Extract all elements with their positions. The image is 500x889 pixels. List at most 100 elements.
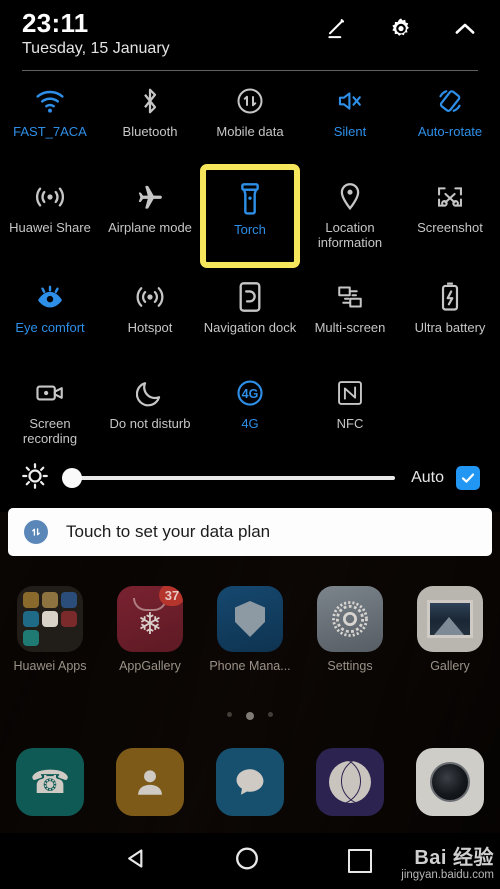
bluetooth-icon <box>137 82 163 120</box>
gear-icon[interactable] <box>386 14 416 44</box>
qs-tile-ultra-battery[interactable]: Ultra battery <box>400 268 500 364</box>
qs-tile-nfc[interactable]: NFC <box>300 364 400 460</box>
hotspot-icon <box>135 278 165 316</box>
svg-text:4G: 4G <box>242 387 259 401</box>
auto-brightness-checkbox[interactable] <box>456 466 480 490</box>
auto-brightness-label: Auto <box>411 469 444 486</box>
qs-label: Screenshot <box>417 220 483 235</box>
app-icon-appgallery[interactable]: ❄ 37 AppGallery <box>104 586 196 673</box>
nfc-icon <box>336 374 364 412</box>
auto-rotate-icon <box>435 82 465 120</box>
quick-settings-row: FAST_7ACA Bluetooth Mobile data Silent A… <box>0 72 500 168</box>
clock-time: 23:11 <box>22 8 89 38</box>
qs-tile-bluetooth[interactable]: Bluetooth <box>100 72 200 168</box>
qs-tile-eye-comfort[interactable]: Eye comfort <box>0 268 100 364</box>
qs-label: Airplane mode <box>108 220 192 235</box>
notification-text: Touch to set your data plan <box>66 522 271 541</box>
gear-icon <box>317 586 383 652</box>
appgallery-icon: ❄ 37 <box>117 586 183 652</box>
qs-tile-do-not-disturb[interactable]: Do not disturb <box>100 364 200 460</box>
folder-icon <box>17 586 83 652</box>
mobile-data-icon <box>24 520 48 544</box>
quick-settings-panel: 23:11 Tuesday, 15 January FAST_7ACA Blue… <box>0 0 500 512</box>
dock-item-browser[interactable] <box>304 748 396 816</box>
qs-label: Huawei Share <box>9 220 91 235</box>
qs-label: Silent <box>333 124 367 139</box>
home-dock: ☎ <box>0 748 500 816</box>
qs-label: Screen recording <box>22 416 78 446</box>
screen-record-icon <box>34 374 66 412</box>
dock-item-contacts[interactable] <box>104 748 196 816</box>
qs-label: Location information <box>317 220 383 250</box>
battery-saver-icon <box>439 278 461 316</box>
torch-icon <box>238 180 262 218</box>
brightness-slider[interactable] <box>62 468 396 488</box>
camera-icon <box>416 748 484 816</box>
quick-settings-row: Screen recording Do not disturb 4G 4G NF… <box>0 364 500 460</box>
qs-label: Do not disturb <box>109 416 191 431</box>
qs-label: Hotspot <box>127 320 173 335</box>
home-circle-icon[interactable] <box>233 845 261 878</box>
qs-tile-location-information[interactable]: Location information <box>300 168 400 264</box>
phone-icon: ☎ <box>16 748 84 816</box>
qs-tile-auto-rotate[interactable]: Auto-rotate <box>400 72 500 168</box>
qs-tile-screen-recording[interactable]: Screen recording <box>0 364 100 460</box>
qs-tile-silent[interactable]: Silent <box>300 72 400 168</box>
qs-tile-empty <box>400 364 500 460</box>
qs-tile-4g[interactable]: 4G 4G <box>200 364 300 460</box>
navigation-bar: Bai 经验 jingyan.baidu.com <box>0 833 500 889</box>
chevron-up-icon[interactable] <box>450 14 480 44</box>
app-icon-settings[interactable]: Settings <box>304 586 396 673</box>
qs-tile-screenshot[interactable]: Screenshot <box>400 168 500 264</box>
quick-settings-header: 23:11 Tuesday, 15 January <box>0 0 500 72</box>
brightness-sun-icon <box>20 461 50 496</box>
brightness-row: Auto <box>0 452 500 504</box>
notification-card[interactable]: Touch to set your data plan <box>8 508 492 556</box>
qs-label: Auto-rotate <box>417 124 483 139</box>
messages-icon <box>216 748 284 816</box>
header-divider <box>22 70 478 71</box>
dock-item-messages[interactable] <box>204 748 296 816</box>
qs-label: Torch <box>234 222 266 237</box>
navigation-dock-icon <box>238 278 262 316</box>
location-pin-icon <box>337 178 363 216</box>
brightness-slider-thumb[interactable] <box>62 468 82 488</box>
mute-icon <box>335 82 365 120</box>
qs-tile-airplane-mode[interactable]: Airplane mode <box>100 168 200 264</box>
huawei-share-icon <box>34 178 66 216</box>
app-icon-huawei-apps[interactable]: Huawei Apps <box>4 586 96 673</box>
app-icon-gallery[interactable]: Gallery <box>404 586 496 673</box>
screenshot-icon <box>434 178 466 216</box>
dock-item-camera[interactable] <box>404 748 496 816</box>
qs-tile-multi-screen[interactable]: Multi-screen <box>300 268 400 364</box>
multi-screen-icon <box>335 278 365 316</box>
dock-item-phone[interactable]: ☎ <box>4 748 96 816</box>
notification-badge: 37 <box>159 586 183 606</box>
gallery-icon <box>417 586 483 652</box>
wifi-icon <box>34 82 66 120</box>
qs-tile-huawei-share[interactable]: Huawei Share <box>0 168 100 264</box>
quick-settings-row: Eye comfort Hotspot Navigation dock Mult… <box>0 268 500 364</box>
moon-icon <box>136 374 164 412</box>
qs-label: Navigation dock <box>203 320 297 335</box>
page-indicator-dots <box>0 712 500 720</box>
qs-tile-torch[interactable]: Torch <box>200 164 300 268</box>
app-label: Phone Mana... <box>209 659 291 673</box>
pencil-edit-icon[interactable] <box>322 14 352 44</box>
quick-settings-row: Huawei Share Airplane mode Torch Locatio… <box>0 164 500 268</box>
app-icon-phone-manager[interactable]: Phone Mana... <box>204 586 296 673</box>
qs-tile-wifi[interactable]: FAST_7ACA <box>0 72 100 168</box>
recents-square-icon[interactable] <box>348 849 372 873</box>
qs-label: Mobile data <box>216 124 284 139</box>
phone-manager-icon <box>217 586 283 652</box>
eye-icon <box>34 278 66 316</box>
qs-label: NFC <box>336 416 364 431</box>
qs-label: FAST_7ACA <box>13 124 87 139</box>
qs-label: 4G <box>241 416 259 431</box>
back-triangle-icon[interactable] <box>124 846 150 877</box>
qs-tile-hotspot[interactable]: Hotspot <box>100 268 200 364</box>
qs-tile-mobile-data[interactable]: Mobile data <box>200 72 300 168</box>
browser-icon <box>316 748 384 816</box>
contacts-icon <box>116 748 184 816</box>
qs-tile-navigation-dock[interactable]: Navigation dock <box>200 268 300 364</box>
